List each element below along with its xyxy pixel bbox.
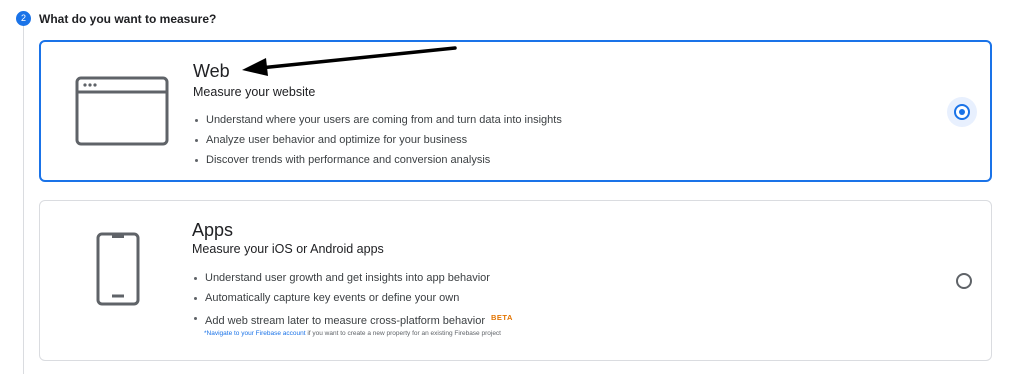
option-subtitle-web: Measure your website (193, 85, 316, 99)
feature-item-text: Add web stream later to measure cross-pl… (205, 315, 486, 327)
radio-button-apps[interactable] (956, 273, 972, 289)
radio-apps-wrapper[interactable] (949, 266, 979, 296)
browser-window-icon (75, 76, 169, 151)
feature-item: Understand where your users are coming f… (193, 110, 562, 130)
annotation-arrow-icon (242, 46, 457, 76)
radio-button-web[interactable] (954, 104, 970, 120)
option-card-apps[interactable]: Apps Measure your iOS or Android apps Un… (39, 200, 992, 361)
step-number-badge: 2 (16, 11, 31, 26)
beta-badge: BETA (491, 313, 513, 322)
feature-item: Add web stream later to measure cross-pl… (192, 308, 513, 328)
option-subtitle-apps: Measure your iOS or Android apps (192, 242, 384, 256)
feature-item: Discover trends with performance and con… (193, 150, 562, 170)
feature-list-apps: Understand user growth and get insights … (192, 268, 513, 328)
step-connector-line (23, 26, 24, 374)
feature-item: Automatically capture key events or defi… (192, 288, 513, 308)
feature-item: Understand user growth and get insights … (192, 268, 513, 288)
option-title-apps: Apps (192, 220, 234, 240)
step-title: What do you want to measure? (39, 12, 217, 26)
firebase-account-link[interactable]: *Navigate to your Firebase account (204, 330, 306, 337)
feature-item: Analyze user behavior and optimize for y… (193, 130, 562, 150)
option-title-web: Web (193, 61, 230, 81)
feature-list-web: Understand where your users are coming f… (193, 110, 562, 170)
mobile-phone-icon (96, 232, 140, 311)
option-card-web[interactable]: Web Measure your website Understand wher… (39, 40, 992, 182)
radio-web-wrapper[interactable] (947, 97, 977, 127)
firebase-note-text: if you want to create a new property for… (305, 330, 501, 337)
firebase-note: *Navigate to your Firebase account if yo… (204, 330, 501, 337)
